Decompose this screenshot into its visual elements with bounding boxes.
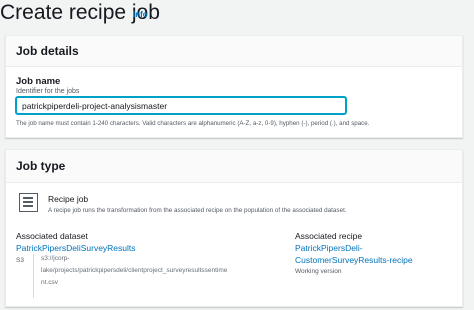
s3-path-line: nt.csv [41, 279, 58, 286]
job-details-panel: Job details Job name Identifier for the … [5, 35, 463, 138]
job-type-header: Job type [6, 150, 462, 183]
job-name-constraint: The job name must contain 1-240 characte… [16, 120, 370, 127]
associated-recipe-link[interactable]: PatrickPipersDeli- [295, 243, 363, 253]
job-name-label: Job name [16, 76, 61, 87]
job-type-panel: Job type Recipe job A recipe job runs th… [5, 149, 463, 307]
recipe-job-description: A recipe job runs the transformation fro… [48, 207, 347, 214]
associated-dataset-label: Associated dataset [16, 231, 88, 241]
job-name-description: Identifier for the jobs [16, 88, 80, 95]
recipe-job-icon [19, 193, 38, 212]
associated-dataset-link[interactable]: PatrickPipersDeliSurveyResults [16, 243, 136, 253]
s3-source-tag: S3 [16, 257, 24, 264]
job-name-input[interactable] [16, 97, 346, 114]
associated-recipe-label: Associated recipe [295, 231, 363, 241]
s3-path-divider [33, 254, 34, 298]
info-link[interactable]: Info [133, 10, 148, 19]
recipe-version: Working version [295, 268, 342, 275]
recipe-job-title: Recipe job [48, 194, 89, 204]
s3-path-line: s3://jcorp- [41, 255, 70, 262]
job-details-header: Job details [6, 36, 462, 67]
associated-recipe-link[interactable]: CustomerSurveyResults-recipe [295, 255, 413, 265]
s3-path-line: lake/projects/patrickpipersdeli/clientpr… [41, 267, 228, 274]
